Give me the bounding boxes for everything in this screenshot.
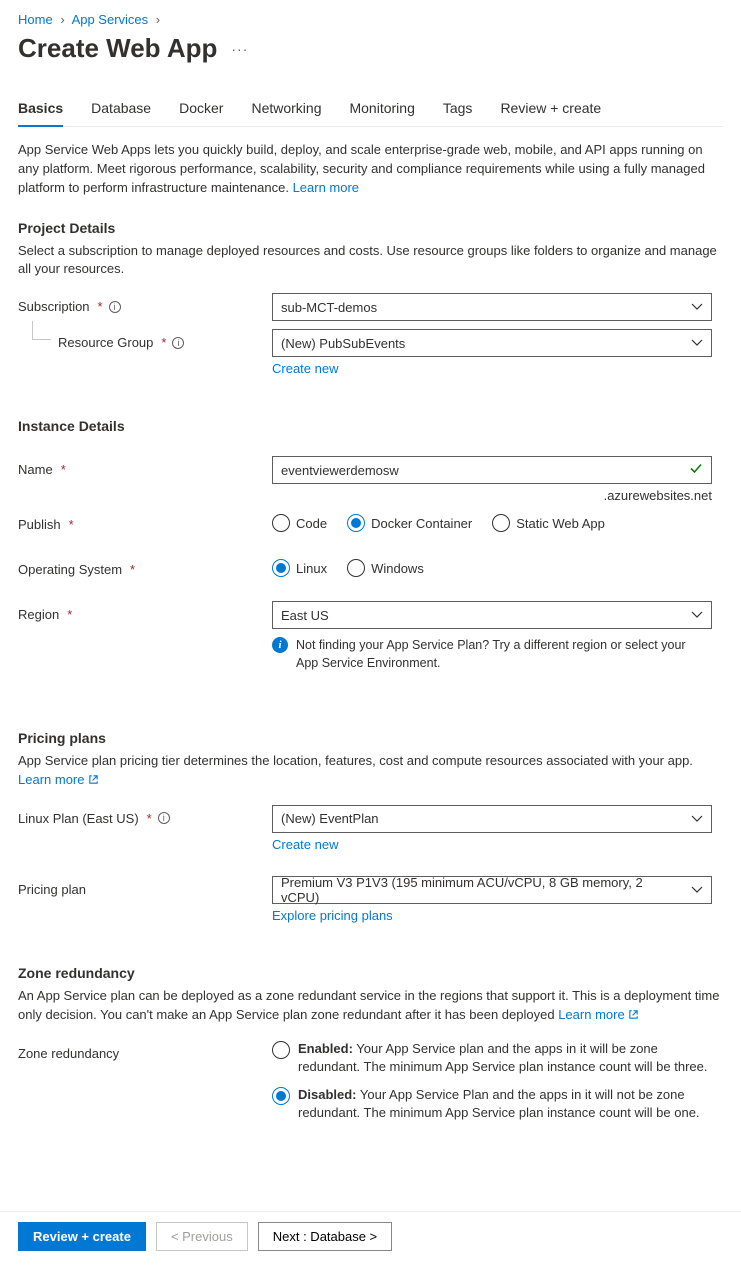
- linux-plan-select[interactable]: (New) EventPlan: [272, 805, 712, 833]
- pricing-subtext: App Service plan pricing tier determines…: [18, 752, 723, 791]
- project-subtext: Select a subscription to manage deployed…: [18, 242, 723, 280]
- tab-monitoring[interactable]: Monitoring: [349, 92, 414, 126]
- check-icon: [689, 462, 703, 479]
- zone-radio-enabled[interactable]: Enabled: Your App Service plan and the a…: [272, 1040, 712, 1076]
- section-project-details: Project Details: [18, 220, 723, 236]
- label-linux-plan: Linux Plan (East US)* i: [18, 805, 272, 826]
- chevron-right-icon: ›: [156, 12, 160, 27]
- label-zone-redundancy: Zone redundancy: [18, 1040, 272, 1061]
- create-new-plan-link[interactable]: Create new: [272, 837, 338, 852]
- explore-pricing-link[interactable]: Explore pricing plans: [272, 908, 393, 923]
- page-title: Create Web App: [18, 33, 217, 64]
- external-link-icon: [628, 1007, 639, 1026]
- section-pricing-plans: Pricing plans: [18, 730, 723, 746]
- info-icon[interactable]: i: [158, 812, 170, 824]
- more-icon[interactable]: ···: [231, 41, 248, 57]
- region-hint: i Not finding your App Service Plan? Try…: [272, 637, 712, 672]
- create-new-rg-link[interactable]: Create new: [272, 361, 338, 376]
- label-name: Name*: [18, 456, 272, 477]
- pricing-plan-select[interactable]: Premium V3 P1V3 (195 minimum ACU/vCPU, 8…: [272, 876, 712, 904]
- tabs: Basics Database Docker Networking Monito…: [18, 92, 723, 127]
- previous-button: < Previous: [156, 1222, 248, 1251]
- name-input[interactable]: eventviewerdemosw: [272, 456, 712, 484]
- resource-group-select[interactable]: (New) PubSubEvents: [272, 329, 712, 357]
- publish-radio-code[interactable]: Code: [272, 514, 327, 532]
- info-icon[interactable]: i: [172, 337, 184, 349]
- pricing-learn-more[interactable]: Learn more: [18, 772, 99, 787]
- tab-networking[interactable]: Networking: [251, 92, 321, 126]
- zone-subtext: An App Service plan can be deployed as a…: [18, 987, 723, 1026]
- info-icon: i: [272, 637, 288, 653]
- os-radio-windows[interactable]: Windows: [347, 559, 424, 577]
- zone-radio-disabled[interactable]: Disabled: Your App Service Plan and the …: [272, 1086, 712, 1122]
- tab-basics[interactable]: Basics: [18, 92, 63, 126]
- breadcrumb-home[interactable]: Home: [18, 12, 53, 27]
- label-subscription: Subscription* i: [18, 293, 272, 314]
- breadcrumb: Home › App Services ›: [18, 12, 723, 27]
- tab-review[interactable]: Review + create: [500, 92, 601, 126]
- chevron-right-icon: ›: [60, 12, 64, 27]
- subscription-select[interactable]: sub-MCT-demos: [272, 293, 712, 321]
- tab-tags[interactable]: Tags: [443, 92, 473, 126]
- label-publish: Publish*: [18, 511, 272, 532]
- domain-suffix: .azurewebsites.net: [272, 488, 712, 503]
- next-button[interactable]: Next : Database >: [258, 1222, 392, 1251]
- tab-database[interactable]: Database: [91, 92, 151, 126]
- info-icon[interactable]: i: [109, 301, 121, 313]
- chevron-down-icon: [691, 884, 703, 896]
- section-zone-redundancy: Zone redundancy: [18, 965, 723, 981]
- region-select[interactable]: East US: [272, 601, 712, 629]
- chevron-down-icon: [691, 609, 703, 621]
- intro-text: App Service Web Apps lets you quickly bu…: [18, 141, 723, 198]
- review-create-button[interactable]: Review + create: [18, 1222, 146, 1251]
- label-resource-group: Resource Group* i: [18, 329, 272, 350]
- publish-radio-docker[interactable]: Docker Container: [347, 514, 472, 532]
- label-pricing-plan: Pricing plan: [18, 876, 272, 897]
- label-os: Operating System*: [18, 556, 272, 577]
- tab-docker[interactable]: Docker: [179, 92, 223, 126]
- chevron-down-icon: [691, 337, 703, 349]
- breadcrumb-app-services[interactable]: App Services: [72, 12, 149, 27]
- intro-learn-more[interactable]: Learn more: [293, 180, 359, 195]
- external-link-icon: [88, 772, 99, 791]
- chevron-down-icon: [691, 301, 703, 313]
- footer: Review + create < Previous Next : Databa…: [0, 1211, 741, 1265]
- label-region: Region*: [18, 601, 272, 622]
- section-instance-details: Instance Details: [18, 418, 723, 434]
- publish-radio-static[interactable]: Static Web App: [492, 514, 605, 532]
- os-radio-linux[interactable]: Linux: [272, 559, 327, 577]
- zone-learn-more[interactable]: Learn more: [558, 1007, 639, 1022]
- chevron-down-icon: [691, 813, 703, 825]
